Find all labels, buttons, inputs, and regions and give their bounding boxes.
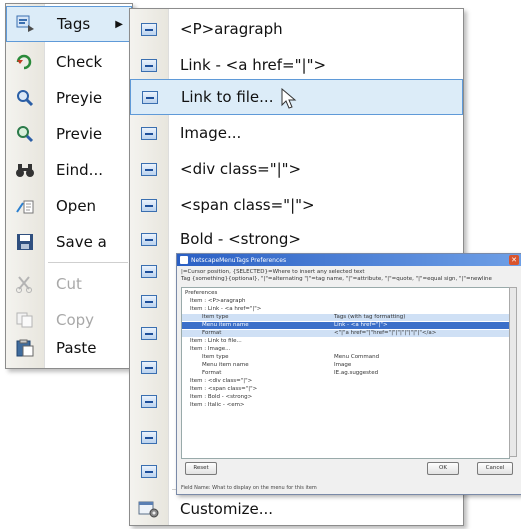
tree-row[interactable]: Menu item name Link - <a href="|">: [182, 322, 509, 329]
menu-item-label: Open: [56, 197, 97, 215]
tag-icon: [138, 122, 160, 144]
submenu-item-link[interactable]: Link - <a href="|">: [130, 47, 463, 83]
submenu-item-label: <div class="|">: [180, 160, 302, 178]
menu-item-label: Save a: [56, 233, 107, 251]
tags-icon: [15, 13, 37, 35]
tag-icon: [138, 460, 160, 482]
menu-item-label: Tags: [57, 15, 91, 33]
submenu-arrow-icon: ▶: [115, 18, 123, 30]
submenu-item-label: Link - <a href="|">: [180, 56, 327, 74]
tag-icon: [138, 290, 160, 312]
tag-icon: [138, 260, 160, 282]
reset-button[interactable]: Reset: [185, 462, 217, 475]
menu-item-cut[interactable]: Cut: [6, 266, 132, 302]
tree-row[interactable]: Item : <div class="|">: [182, 378, 509, 385]
submenu-item-label: <span class="|">: [180, 196, 315, 214]
menu-separator: [48, 262, 128, 263]
copy-icon: [14, 309, 36, 331]
submenu-item-label: Image...: [180, 124, 242, 142]
check-icon: [14, 51, 36, 73]
tag-icon: [138, 194, 160, 216]
tree-row[interactable]: Item : Link to file...: [182, 338, 509, 345]
submenu-item-label: Link to file...: [181, 88, 274, 106]
submenu-item-image[interactable]: Image...: [130, 115, 463, 151]
tag-icon: [139, 86, 161, 108]
tag-icon: [138, 322, 160, 344]
submenu-item-paragraph[interactable]: <P>aragraph: [130, 11, 463, 47]
dialog-title: NetscapeMenuTags Preferences: [191, 256, 287, 264]
tree-row[interactable]: Item : Bold - <strong>: [182, 394, 509, 401]
menu-item-label: Paste: [56, 339, 97, 357]
tree-row[interactable]: Item : Link - <a href="|">: [182, 306, 509, 313]
description-line: |=Cursor position, {SELECTED}=Where to i…: [181, 269, 365, 275]
tag-icon: [138, 158, 160, 180]
menu-item-label: Preyie: [56, 89, 103, 107]
menu-item-label: Previe: [56, 125, 103, 143]
submenu-item-customize[interactable]: Customize...: [130, 491, 463, 527]
menu-item-label: Eind...: [56, 161, 103, 179]
binoculars-icon: [14, 159, 36, 181]
tree-row[interactable]: Preferences: [182, 290, 509, 297]
submenu-item-label: Bold - <strong>: [180, 230, 301, 248]
close-icon[interactable]: ✕: [509, 255, 519, 265]
menu-item-paste[interactable]: Paste: [6, 330, 132, 366]
tag-icon: [138, 228, 160, 250]
cancel-button[interactable]: Cancel: [477, 462, 513, 475]
menu-item-open[interactable]: Open: [6, 188, 132, 224]
preview-alt-icon: [14, 123, 36, 145]
context-menu: Tags ▶ Check Preyie Previe Eind... Open: [5, 3, 133, 369]
scissors-icon: [14, 273, 36, 295]
menu-item-preview[interactable]: Preyie: [6, 80, 132, 116]
open-icon: [14, 195, 36, 217]
tree-row[interactable]: Item : Italic - <em>: [182, 402, 509, 409]
description-line: Tag {something}{optional}, "|"=alternati…: [181, 276, 492, 282]
dialog-description: |=Cursor position, {SELECTED}=Where to i…: [181, 269, 517, 283]
menu-item-label: Check: [56, 53, 103, 71]
preferences-tree[interactable]: Preferences Item : <P>aragraph Item : Li…: [181, 287, 510, 459]
submenu-item-div[interactable]: <div class="|">: [130, 151, 463, 187]
tree-row[interactable]: Item type Menu Command: [182, 354, 509, 361]
submenu-item-bold[interactable]: Bold - <strong>: [130, 221, 463, 257]
submenu-item-label: <P>aragraph: [180, 20, 283, 38]
tree-scrollbar[interactable]: [509, 287, 517, 457]
dialog-titlebar: NetscapeMenuTags Preferences ✕: [177, 254, 521, 266]
mouse-cursor-icon: [281, 88, 297, 109]
menu-item-label: Cut: [56, 275, 82, 293]
tree-row[interactable]: Format IE.ag.suggested: [182, 370, 509, 377]
app-icon: [180, 256, 188, 264]
tag-icon: [138, 390, 160, 412]
preview-icon: [14, 87, 36, 109]
save-icon: [14, 231, 36, 253]
ok-button[interactable]: OK: [427, 462, 459, 475]
menu-item-check[interactable]: Check: [6, 44, 132, 80]
tag-icon: [138, 426, 160, 448]
tree-row[interactable]: Menu item name Image: [182, 362, 509, 369]
menu-item-label: Copy: [56, 311, 95, 329]
tag-icon: [138, 18, 160, 40]
tree-row[interactable]: Format <"|"a href="|"href="|"|"|"|"|"|"|"…: [182, 330, 509, 337]
menu-item-find[interactable]: Eind...: [6, 152, 132, 188]
menu-item-preview-alt[interactable]: Previe: [6, 116, 132, 152]
tag-icon: [138, 54, 160, 76]
menu-item-tags[interactable]: Tags ▶: [6, 6, 132, 42]
preferences-dialog: NetscapeMenuTags Preferences ✕ |=Cursor …: [176, 253, 521, 495]
submenu-item-label: Customize...: [180, 500, 274, 518]
tag-icon: [138, 356, 160, 378]
submenu-item-link-to-file[interactable]: Link to file...: [130, 79, 463, 115]
menu-item-save[interactable]: Save a: [6, 224, 132, 260]
tree-row[interactable]: Item : <span class="|">: [182, 386, 509, 393]
paste-icon: [14, 337, 36, 359]
tree-row[interactable]: Item type Tags (with tag formatting): [182, 314, 509, 321]
tree-row[interactable]: Item : <P>aragraph: [182, 298, 509, 305]
status-text: Field Name: What to display on the menu …: [181, 485, 317, 491]
customize-icon: [138, 498, 160, 520]
tree-row[interactable]: Item : Image...: [182, 346, 509, 353]
submenu-item-span[interactable]: <span class="|">: [130, 187, 463, 223]
